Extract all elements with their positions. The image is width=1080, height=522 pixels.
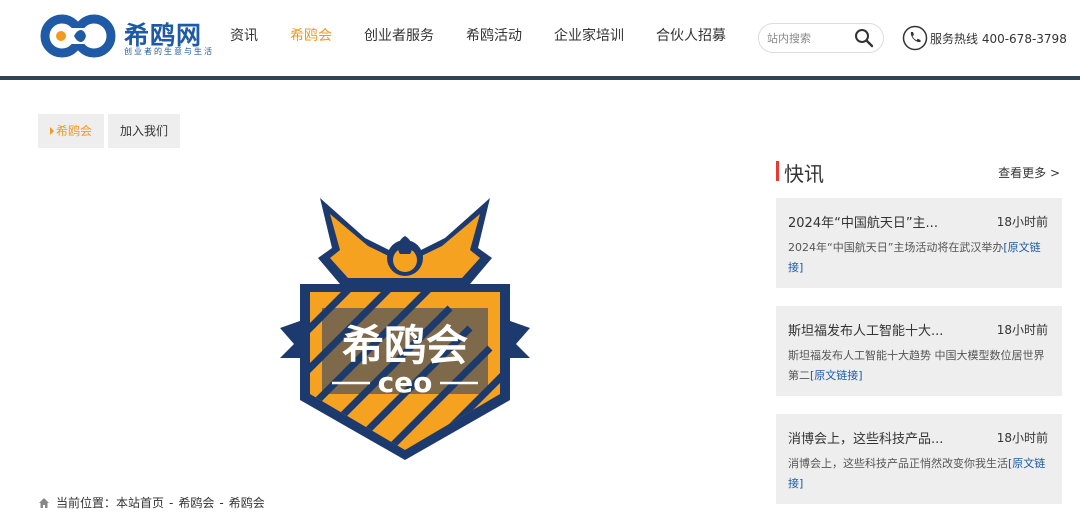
xiouhui-ceo-emblem: 希鸥会 ceo [280, 198, 530, 460]
breadcrumb: 当前位置： 本站首页 - 希鸥会 - 希鸥会 [38, 494, 265, 511]
breadcrumb-separator: - [219, 495, 224, 510]
nav-item-events[interactable]: 希鸥活动 [466, 0, 522, 76]
news-accent-bar [776, 161, 779, 181]
news-item-time: 18小时前 [996, 215, 1048, 229]
site-header: 希鸥网 创业者的生意与生活 资讯 希鸥会 创业者服务 希鸥活动 企业家培训 合伙… [0, 0, 1080, 80]
breadcrumb-current[interactable]: 希鸥会 [229, 494, 265, 511]
nav-item-label: 合伙人招募 [656, 28, 726, 44]
news-item-title: 斯坦福发布人工智能十大... [788, 324, 944, 339]
nav-item-label: 创业者服务 [364, 28, 434, 44]
breadcrumb-home-link[interactable]: 本站首页 [116, 494, 164, 511]
search-input[interactable] [767, 29, 851, 47]
news-item-time: 18小时前 [996, 431, 1048, 445]
emblem-title: 希鸥会 [342, 321, 468, 370]
nav-item-label: 希鸥会 [290, 28, 332, 44]
breadcrumb-section-link[interactable]: 希鸥会 [178, 494, 214, 511]
nav-item-founder-services[interactable]: 创业者服务 [364, 0, 434, 76]
nav-item-label: 企业家培训 [554, 28, 624, 44]
news-item-desc-text: 2024年“中国航天日”主场活动将在武汉举办 [788, 241, 1004, 254]
nav-item-xiouhui[interactable]: 希鸥会 [275, 0, 347, 80]
nav-item-label: 资讯 [230, 28, 258, 44]
news-item[interactable]: 斯坦福发布人工智能十大... 18小时前 斯坦福发布人工智能十大趋势 中国大模型… [776, 306, 1062, 396]
phone-icon [902, 25, 928, 51]
site-logo[interactable]: 希鸥网 创业者的生意与生活 [40, 14, 220, 60]
news-item-time: 18小时前 [996, 323, 1048, 337]
subtab-label: 希鸥会 [56, 124, 93, 138]
news-item-desc: 斯坦福发布人工智能十大趋势 中国大模型数位居世界第二[原文链接] [788, 346, 1054, 386]
search-icon[interactable] [853, 28, 875, 48]
sub-tabs: 希鸥会 加入我们 [38, 114, 184, 148]
logo-mark-icon [40, 14, 116, 58]
news-header: 快讯 查看更多 > [776, 158, 1062, 186]
hotline-text: 服务热线 400-678-3798 [930, 31, 1067, 46]
news-item-desc: 2024年“中国航天日”主场活动将在武汉举办[原文链接] [788, 238, 1054, 278]
nav-item-training[interactable]: 企业家培训 [554, 0, 624, 76]
nav-item-news[interactable]: 资讯 [230, 0, 258, 76]
nav-item-label: 希鸥活动 [466, 28, 522, 44]
subtab-join-us[interactable]: 加入我们 [108, 114, 181, 148]
news-title: 快讯 [784, 162, 824, 186]
search-box [758, 23, 884, 53]
news-item[interactable]: 消博会上，这些科技产品... 18小时前 消博会上，这些科技产品正悄然改变你我生… [776, 414, 1062, 504]
news-item-desc: 消博会上，这些科技产品正悄然改变你我生活[原文链接] [788, 454, 1054, 494]
breadcrumb-separator: - [169, 495, 174, 510]
news-item[interactable]: 2024年“中国航天日”主... 18小时前 2024年“中国航天日”主场活动将… [776, 198, 1062, 288]
news-item-title: 消博会上，这些科技产品... [788, 432, 944, 447]
logo-tagline: 创业者的生意与生活 [124, 47, 214, 56]
emblem-subtitle: ceo [378, 366, 433, 399]
subtab-label: 加入我们 [120, 124, 169, 138]
main-nav: 资讯 希鸥会 创业者服务 希鸥活动 企业家培训 合伙人招募 [216, 0, 726, 80]
nav-item-partner-recruit[interactable]: 合伙人招募 [656, 0, 726, 76]
subtab-xiouhui[interactable]: 希鸥会 [38, 114, 105, 148]
breadcrumb-prefix: 当前位置： [56, 496, 117, 510]
service-hotline: 服务热线 400-678-3798 [902, 24, 1067, 52]
home-icon [39, 497, 49, 508]
news-item-desc-text: 消博会上，这些科技产品正悄然改变你我生活 [788, 457, 1008, 470]
news-item-title: 2024年“中国航天日”主... [788, 216, 938, 231]
caret-right-icon [50, 127, 54, 135]
news-more-link[interactable]: 查看更多 > [998, 164, 1060, 181]
header-divider [0, 76, 1080, 80]
news-item-source-link[interactable]: [原文链接] [810, 369, 863, 382]
